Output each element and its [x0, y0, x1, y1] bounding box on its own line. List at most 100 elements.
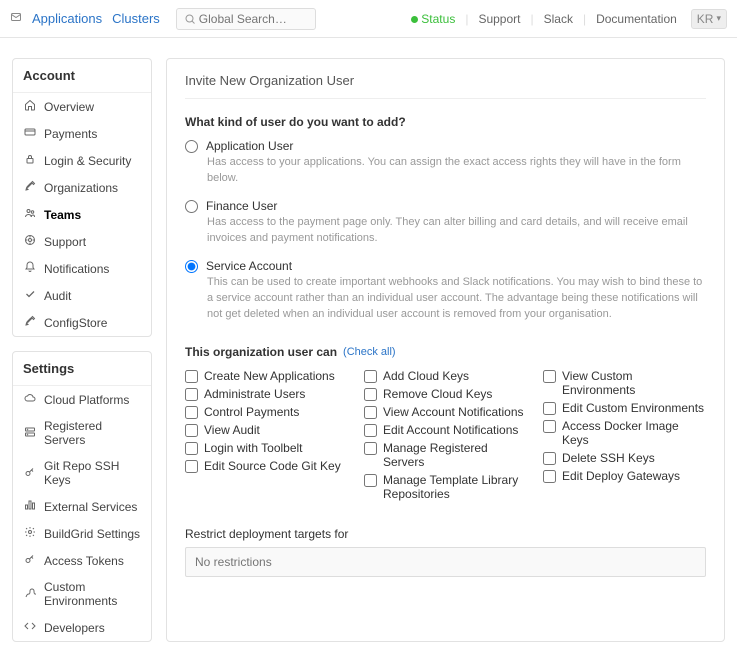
sidebar-item-payments[interactable]: Payments	[13, 120, 151, 147]
radio-service-account[interactable]	[185, 260, 198, 273]
sidebar-item-buildgrid-settings[interactable]: BuildGrid Settings	[13, 520, 151, 547]
perm-checkbox-view-audit[interactable]	[185, 424, 198, 437]
perm-checkbox-login-with-toolbelt[interactable]	[185, 442, 198, 455]
registered-servers-icon	[23, 426, 36, 441]
sidebar-item-organizations[interactable]: Organizations	[13, 174, 151, 201]
sidebar-item-support[interactable]: Support	[13, 228, 151, 255]
slack-link[interactable]: Slack	[538, 12, 579, 26]
sidebar-item-notifications[interactable]: Notifications	[13, 255, 151, 282]
sidebar-item-access-tokens[interactable]: Access Tokens	[13, 547, 151, 574]
sidebar-item-label: Login & Security	[44, 154, 131, 168]
perm-label: Add Cloud Keys	[383, 369, 469, 383]
perm-checkbox-view-account-notifications[interactable]	[364, 406, 377, 419]
mail-icon[interactable]	[10, 11, 22, 26]
perm-manage-registered-servers[interactable]: Manage Registered Servers	[364, 441, 527, 469]
perm-checkbox-remove-cloud-keys[interactable]	[364, 388, 377, 401]
perm-checkbox-edit-source-code-git-key[interactable]	[185, 460, 198, 473]
perm-checkbox-manage-template-library-repositories[interactable]	[364, 474, 377, 487]
radio-finance-user[interactable]	[185, 200, 198, 213]
perm-create-new-applications[interactable]: Create New Applications	[185, 369, 348, 383]
perm-delete-ssh-keys[interactable]: Delete SSH Keys	[543, 451, 706, 465]
sidebar-item-configstore[interactable]: ConfigStore	[13, 309, 151, 336]
organizations-icon	[23, 180, 36, 195]
perm-checkbox-edit-custom-environments[interactable]	[543, 402, 556, 415]
account-heading: Account	[13, 59, 151, 93]
buildgrid-settings-icon	[23, 526, 36, 541]
sidebar-item-label: Organizations	[44, 181, 118, 195]
sidebar-item-registered-servers[interactable]: Registered Servers	[13, 413, 151, 453]
topbar-right: Status | Support | Slack | Documentation…	[405, 9, 727, 29]
sidebar-item-label: Payments	[44, 127, 97, 141]
documentation-link[interactable]: Documentation	[590, 12, 683, 26]
configstore-icon	[23, 315, 36, 330]
nav-clusters[interactable]: Clusters	[112, 11, 160, 26]
perm-label: Manage Registered Servers	[383, 441, 527, 469]
sidebar-item-label: Registered Servers	[44, 419, 141, 447]
sidebar-item-audit[interactable]: Audit	[13, 282, 151, 309]
perm-checkbox-manage-registered-servers[interactable]	[364, 442, 377, 455]
sidebar-item-label: Cloud Platforms	[44, 393, 129, 407]
perm-access-docker-image-keys[interactable]: Access Docker Image Keys	[543, 419, 706, 447]
perm-checkbox-control-payments[interactable]	[185, 406, 198, 419]
perm-edit-custom-environments[interactable]: Edit Custom Environments	[543, 401, 706, 415]
permissions-grid: Create New Applications Administrate User…	[185, 369, 706, 505]
perm-view-audit[interactable]: View Audit	[185, 423, 348, 437]
search-input[interactable]	[176, 8, 316, 30]
perm-edit-source-code-git-key[interactable]: Edit Source Code Git Key	[185, 459, 348, 473]
page-title: Invite New Organization User	[185, 73, 706, 99]
sidebar-item-external-services[interactable]: External Services	[13, 493, 151, 520]
perm-label: Manage Template Library Repositories	[383, 473, 527, 501]
radio-label-service-account: Service Account	[206, 259, 292, 273]
search-icon	[184, 13, 196, 28]
perm-login-with-toolbelt[interactable]: Login with Toolbelt	[185, 441, 348, 455]
login-security-icon	[23, 153, 36, 168]
sidebar-item-developers[interactable]: Developers	[13, 614, 151, 641]
sidebar-item-custom-environments[interactable]: Custom Environments	[13, 574, 151, 614]
avatar-initials: KR	[697, 12, 714, 26]
sidebar-item-label: Audit	[44, 289, 71, 303]
global-search[interactable]	[176, 8, 316, 30]
perm-manage-template-library-repositories[interactable]: Manage Template Library Repositories	[364, 473, 527, 501]
sidebar-item-cloud-platforms[interactable]: Cloud Platforms	[13, 386, 151, 413]
perm-view-custom-environments[interactable]: View Custom Environments	[543, 369, 706, 397]
sidebar-item-overview[interactable]: Overview	[13, 93, 151, 120]
perm-label: Edit Deploy Gateways	[562, 469, 680, 483]
perm-edit-deploy-gateways[interactable]: Edit Deploy Gateways	[543, 469, 706, 483]
sidebar-item-git-repo-ssh-keys[interactable]: Git Repo SSH Keys	[13, 453, 151, 493]
perm-checkbox-delete-ssh-keys[interactable]	[543, 452, 556, 465]
sidebar: Account Overview Payments Login & Security…	[12, 58, 152, 642]
perm-label: Access Docker Image Keys	[562, 419, 706, 447]
sidebar-item-label: Overview	[44, 100, 94, 114]
perm-remove-cloud-keys[interactable]: Remove Cloud Keys	[364, 387, 527, 401]
radio-desc-application-user: Has access to your applications. You can…	[207, 155, 706, 187]
perm-label: Administrate Users	[204, 387, 305, 401]
perm-checkbox-create-new-applications[interactable]	[185, 370, 198, 383]
perm-checkbox-view-custom-environments[interactable]	[543, 370, 556, 383]
sidebar-item-teams[interactable]: Teams	[13, 201, 151, 228]
perm-checkbox-add-cloud-keys[interactable]	[364, 370, 377, 383]
sidebar-item-login-security[interactable]: Login & Security	[13, 147, 151, 174]
perm-label: View Custom Environments	[562, 369, 706, 397]
radio-application-user[interactable]	[185, 140, 198, 153]
perm-checkbox-edit-deploy-gateways[interactable]	[543, 470, 556, 483]
perm-view-account-notifications[interactable]: View Account Notifications	[364, 405, 527, 419]
perm-checkbox-edit-account-notifications[interactable]	[364, 424, 377, 437]
restrict-label: Restrict deployment targets for	[185, 527, 706, 541]
perm-control-payments[interactable]: Control Payments	[185, 405, 348, 419]
user-menu[interactable]: KR ▾	[691, 9, 727, 29]
sidebar-item-label: Access Tokens	[44, 554, 124, 568]
nav-applications[interactable]: Applications	[32, 11, 102, 26]
payments-icon	[23, 126, 36, 141]
restrict-input[interactable]	[185, 547, 706, 577]
check-all-link[interactable]: (Check all)	[343, 346, 396, 358]
support-link[interactable]: Support	[472, 12, 526, 26]
perm-checkbox-administrate-users[interactable]	[185, 388, 198, 401]
perm-add-cloud-keys[interactable]: Add Cloud Keys	[364, 369, 527, 383]
perm-label: Remove Cloud Keys	[383, 387, 492, 401]
perm-administrate-users[interactable]: Administrate Users	[185, 387, 348, 401]
perm-label: Control Payments	[204, 405, 299, 419]
status-link[interactable]: Status	[405, 12, 461, 26]
perm-edit-account-notifications[interactable]: Edit Account Notifications	[364, 423, 527, 437]
perm-checkbox-access-docker-image-keys[interactable]	[543, 420, 556, 433]
perm-label: Delete SSH Keys	[562, 451, 655, 465]
